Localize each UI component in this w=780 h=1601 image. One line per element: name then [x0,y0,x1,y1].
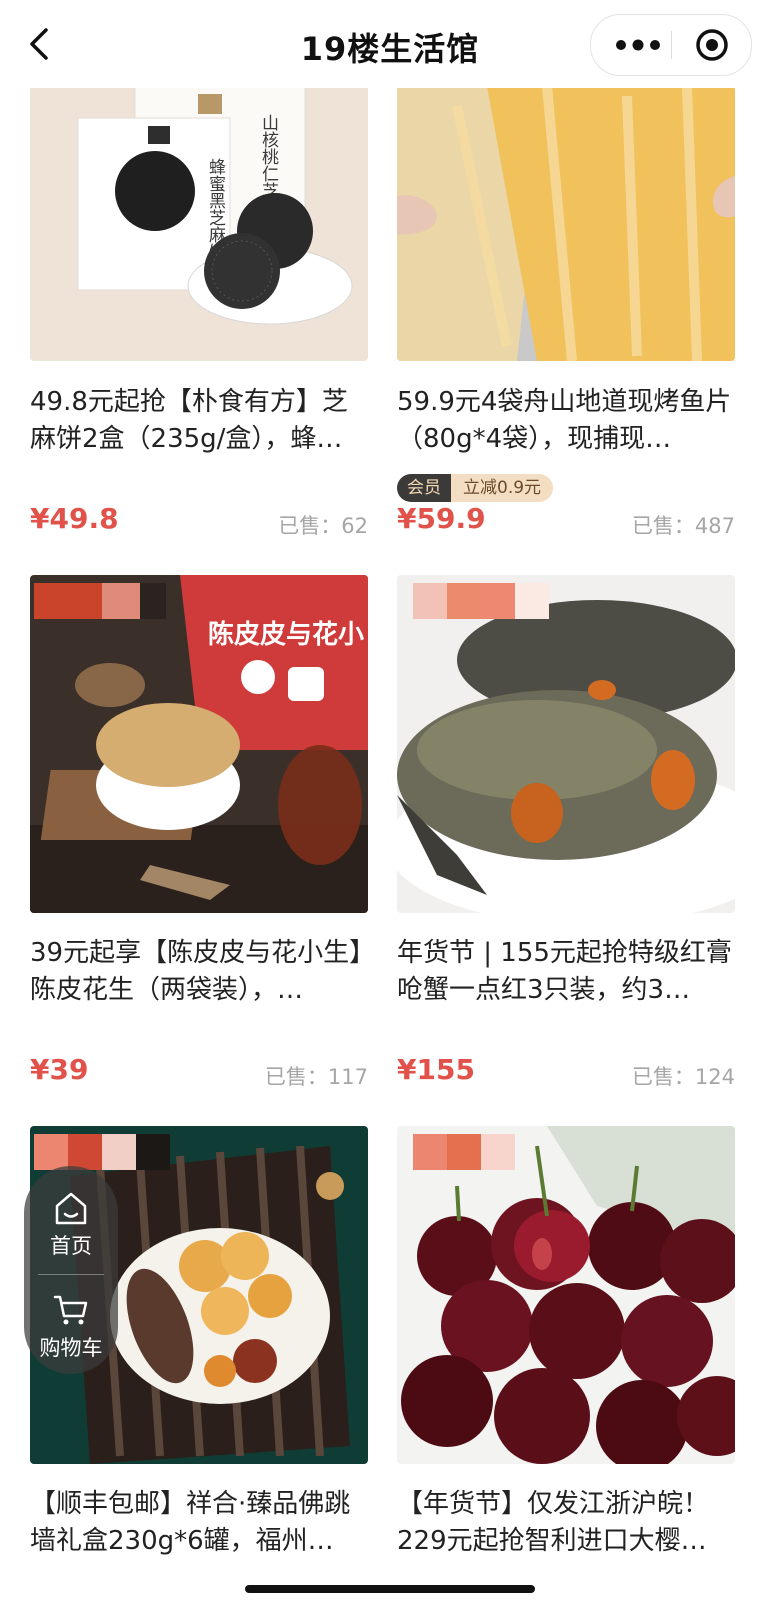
product-price: ¥59.9 [397,502,486,535]
floating-nav-divider [38,1274,104,1275]
more-options-icon[interactable] [613,33,663,57]
home-icon [55,1192,87,1225]
member-label: 会员 [397,474,451,502]
cart-nav-button[interactable]: 购物车 [24,1292,118,1362]
product-name[interactable]: 49.8元起抢【朴食有方】芝麻饼2盒（235g/盒），蜂… [30,384,370,458]
product-image-fish-fillet[interactable] [397,86,735,361]
promo-badge [413,583,549,619]
product-sold-count: 已售：117 [264,1065,368,1089]
bag-text: 陈皮皮与花小 [208,619,364,650]
product-image-sesame-cake[interactable]: 山核桃仁芝麻 蜂蜜黑芝麻饼 [30,86,368,361]
home-nav-button[interactable]: 首页 [24,1190,118,1260]
product-name[interactable]: 39元起享【陈皮皮与花小生】陈皮花生（两袋装），… [30,935,370,1009]
cart-icon [53,1295,88,1325]
product-image-crab[interactable] [397,575,735,913]
floating-nav: 首页 购物车 [24,1166,118,1374]
member-discount-tag: 会员 立减0.9元 [397,474,554,502]
home-nav-label: 首页 [50,1234,92,1258]
product-name[interactable]: 【顺丰包邮】祥合·臻品佛跳墙礼盒230g*6罐，福州… [30,1486,370,1560]
product-card[interactable]: 年货节 | 155元起抢特级红膏呛蟹一点红3只装，约3… ¥155 已售：124 [397,575,735,1095]
product-sold-count: 已售：487 [631,514,735,538]
promo-badge [34,1134,170,1170]
capsule-divider [671,31,672,59]
mini-program-capsule [590,14,752,76]
promo-badge [34,583,166,619]
product-sold-count: 已售：124 [631,1065,735,1089]
product-price: ¥49.8 [30,502,119,535]
product-sold-count: 已售：62 [278,514,368,538]
product-price: ¥155 [397,1053,475,1086]
product-price: ¥39 [30,1053,89,1086]
cart-nav-label: 购物车 [39,1336,103,1360]
product-name[interactable]: 年货节 | 155元起抢特级红膏呛蟹一点红3只装，约3… [397,935,737,1009]
product-name[interactable]: 59.9元4袋舟山地道现烤鱼片（80g*4袋），现捕现… [397,384,737,458]
product-card[interactable]: 陈皮皮与花小 39元起享【陈皮皮与花小生】陈皮花生（两袋装），… ¥39 已售：… [30,575,368,1095]
product-card[interactable]: 山核桃仁芝麻 蜂蜜黑芝麻饼 49.8元起抢【朴食有方】芝麻饼2盒（235g/盒）… [30,86,368,546]
product-name[interactable]: 【年货节】仅发江浙沪皖！229元起抢智利进口大樱… [397,1486,737,1560]
close-miniprogram-icon[interactable] [695,28,729,62]
product-card[interactable]: 59.9元4袋舟山地道现烤鱼片（80g*4袋），现捕现… 会员 立减0.9元 ¥… [397,86,735,546]
nav-bar: 19楼生活馆 [0,0,780,88]
product-card[interactable]: 【年货节】仅发江浙沪皖！229元起抢智利进口大樱… [397,1126,735,1601]
member-discount: 立减0.9元 [451,474,554,502]
product-image-peanuts[interactable]: 陈皮皮与花小 [30,575,368,913]
product-image-cherries[interactable] [397,1126,735,1464]
home-indicator[interactable] [245,1585,535,1593]
promo-badge [413,1134,515,1170]
